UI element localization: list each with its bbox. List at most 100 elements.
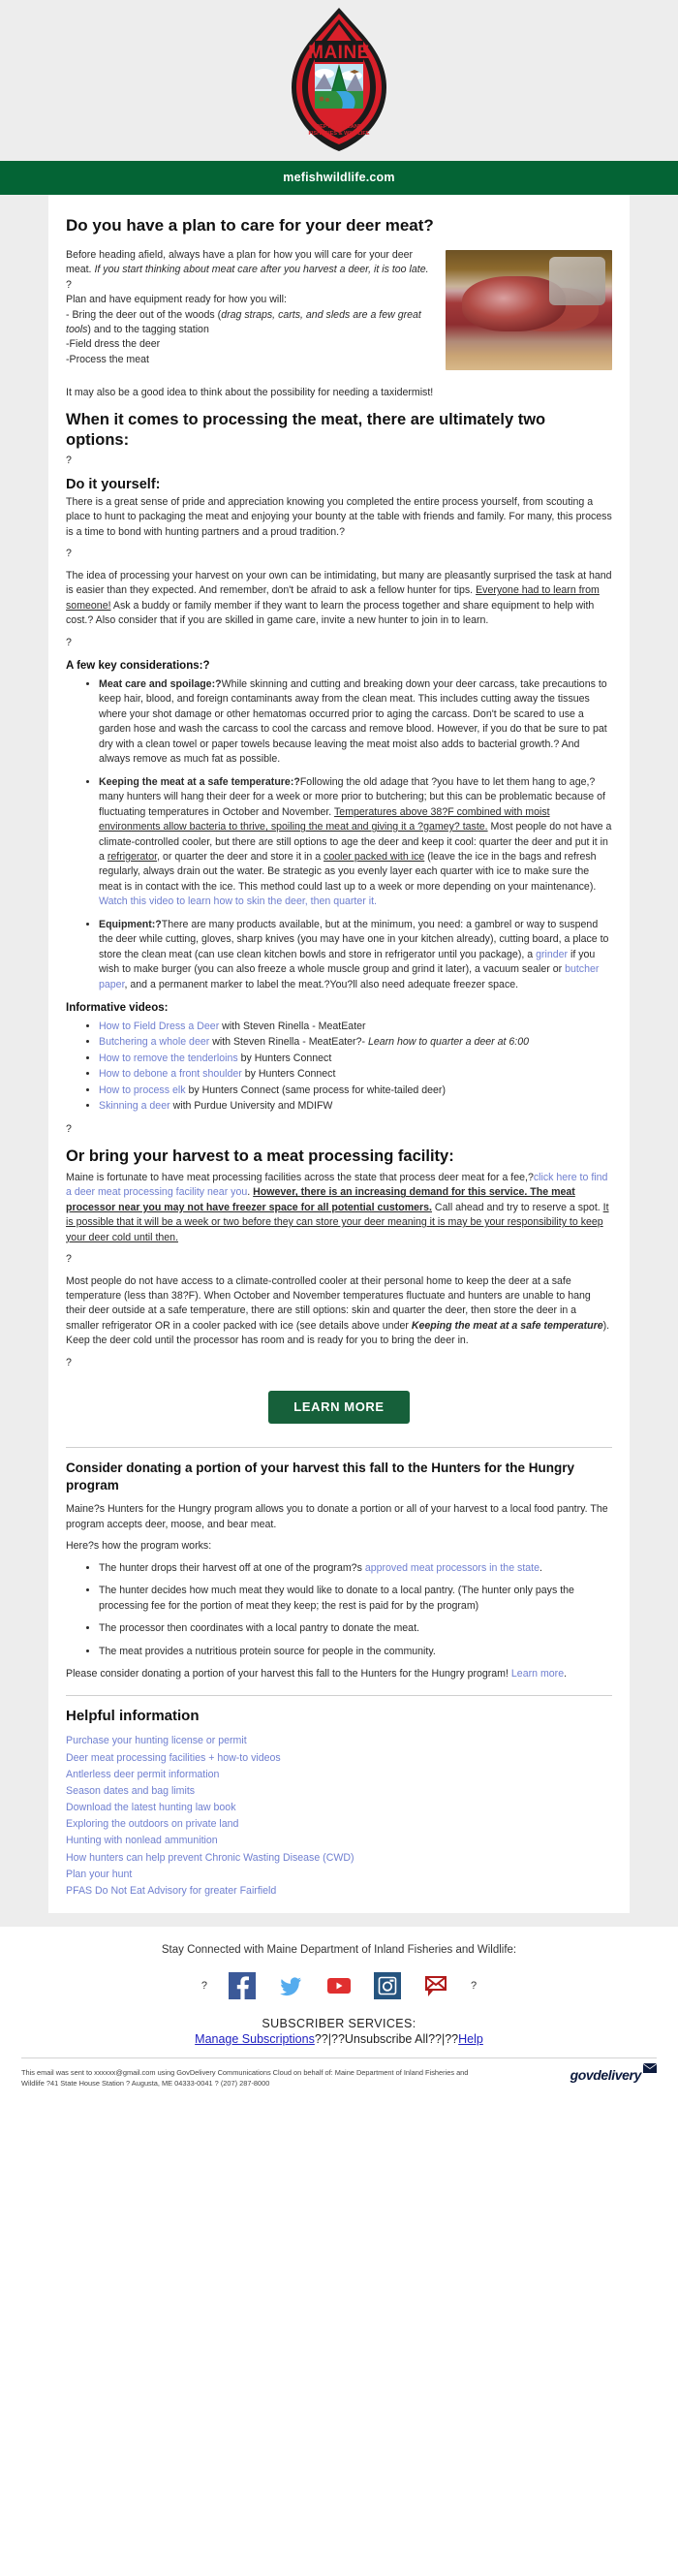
donate-closing-b: . (564, 1667, 568, 1680)
manage-subscriptions-link[interactable]: Manage Subscriptions (195, 2032, 315, 2046)
video-link-debone-shoulder[interactable]: How to debone a front shoulder (99, 1068, 242, 1080)
help-link[interactable]: Help (458, 2032, 483, 2046)
email-icon[interactable] (422, 1972, 449, 1999)
consideration-safe-temperature: Keeping the meat at a safe temperature:?… (99, 775, 612, 910)
processor-paragraph-1: Maine is fortunate to have meat processi… (66, 1171, 612, 1245)
processor-heading: Or bring your harvest to a meat processi… (66, 1147, 454, 1166)
consideration-0-label: Meat care and spoilage:? (99, 677, 222, 690)
donate-learn-more-link[interactable]: Learn more (511, 1668, 564, 1680)
helpful-link-pfas-advisory[interactable]: PFAS Do Not Eat Advisory for greater Fai… (66, 1883, 612, 1900)
donate-closing-a: Please consider donating a portion of yo… (66, 1667, 511, 1680)
cooler-packed-with-ice-link[interactable]: cooler packed with ice (324, 851, 424, 863)
govdelivery-envelope-icon (643, 2062, 657, 2073)
youtube-icon[interactable] (325, 1971, 353, 1999)
considerations-list: Meat care and spoilage:?While skinning a… (66, 677, 612, 992)
taxidermist-note: It may also be a good idea to think abou… (66, 386, 434, 398)
helpful-link-plan-your-hunt[interactable]: Plan your hunt (66, 1867, 612, 1883)
video-link-process-elk[interactable]: How to process elk (99, 1084, 186, 1096)
helpful-link-processing-facilities[interactable]: Deer meat processing facilities + how-to… (66, 1750, 612, 1767)
donate-heading: Consider donating a portion of your harv… (66, 1461, 575, 1492)
donate-step: The hunter decides how much meat they wo… (99, 1584, 612, 1614)
donate-step: The meat provides a nutritious protein s… (99, 1645, 612, 1659)
helpful-link-law-book[interactable]: Download the latest hunting law book (66, 1800, 612, 1816)
maine-ifw-crest-logo: MAINE DEPT. OF INLAND FISHERIES & WILDLI… (292, 8, 386, 151)
legal-text: This email was sent to xxxxxx@gmail.com … (21, 2067, 469, 2088)
svg-text:FISHERIES & WILDLIFE: FISHERIES & WILDLIFE (308, 131, 369, 137)
subscriber-services: SUBSCRIBER SERVICES: Manage Subscription… (0, 2017, 678, 2046)
masthead: MAINE DEPT. OF INLAND FISHERIES & WILDLI… (0, 0, 678, 161)
donate-paragraph-1: Maine?s Hunters for the Hungry program a… (66, 1503, 608, 1530)
helpful-link-season-dates[interactable]: Season dates and bag limits (66, 1783, 612, 1800)
video-rest-0: with Steven Rinella - MeatEater (219, 1021, 366, 1033)
video-italic-1: Learn how to quarter a deer at 6:00 (367, 1036, 530, 1049)
unsubscribe-all-link[interactable]: Unsubscribe All (345, 2032, 428, 2046)
q-after-diy-p1: ? (66, 548, 72, 560)
social-links-row: ? ? (0, 1971, 678, 1999)
intro-block: Before heading afield, always have a pla… (66, 248, 612, 374)
donate-step: The processor then coordinates with a lo… (99, 1621, 612, 1636)
processing-options-heading: When it comes to processing the meat, th… (66, 411, 546, 449)
helpful-link-private-land[interactable]: Exploring the outdoors on private land (66, 1816, 612, 1833)
donate-step: The hunter drops their harvest off at on… (99, 1561, 612, 1576)
learn-more-wrap: LEARN MORE (66, 1377, 612, 1433)
footer-q-right: ? (471, 1979, 478, 1992)
footer: Stay Connected with Maine Department of … (0, 1927, 678, 2094)
video-item: How to debone a front shoulder by Hunter… (99, 1067, 612, 1082)
legal-row: This email was sent to xxxxxx@gmail.com … (21, 2062, 657, 2089)
video-item: How to process elk by Hunters Connect (s… (99, 1084, 612, 1098)
video-rest-1: with Steven Rinella - MeatEater?- (209, 1036, 368, 1049)
donate-b0-a: The hunter drops their harvest off at on… (99, 1561, 365, 1574)
divider-above-helpful (66, 1695, 612, 1697)
helpful-link-purchase-license[interactable]: Purchase your hunting license or permit (66, 1733, 612, 1749)
govdelivery-wordmark: govdelivery (570, 2066, 642, 2083)
helpful-link-cwd[interactable]: How hunters can help prevent Chronic Was… (66, 1850, 612, 1867)
video-item: Butchering a whole deer with Steven Rine… (99, 1035, 612, 1050)
video-item: How to remove the tenderloins by Hunters… (99, 1052, 612, 1066)
video-link-butchering-whole-deer[interactable]: Butchering a whole deer (99, 1036, 209, 1048)
diy-paragraph-1: There is a great sense of pride and appr… (66, 495, 612, 538)
video-rest-5: with Purdue University and MDIFW (170, 1100, 333, 1113)
consideration-2-label: Equipment:? (99, 918, 162, 930)
approved-processors-link[interactable]: approved meat processors in the state (365, 1562, 539, 1574)
consideration-equipment: Equipment:?There are many products avail… (99, 918, 612, 992)
q-after-videos: ? (66, 1122, 72, 1135)
subscriber-services-links: Manage Subscriptions??|??Unsubscribe All… (0, 2032, 678, 2046)
donate-steps-list: The hunter drops their harvest off at on… (66, 1561, 612, 1659)
twitter-icon[interactable] (277, 1971, 304, 1999)
skin-quarter-video-link[interactable]: Watch this video to learn how to skin th… (99, 895, 377, 907)
page-title: Do you have a plan to care for your deer… (66, 216, 434, 235)
equip-1-a: - Bring the deer out of the woods ( (66, 308, 222, 321)
proc-p1-a: Maine is fortunate to have meat processi… (66, 1171, 534, 1183)
intro-p1-italic: If you start thinking about meat care af… (94, 264, 429, 276)
video-item: How to Field Dress a Deer with Steven Ri… (99, 1020, 612, 1034)
refrigerator-link[interactable]: refrigerator (108, 851, 157, 863)
video-link-field-dress[interactable]: How to Field Dress a Deer (99, 1021, 219, 1032)
svg-text:DEPT. OF INLAND: DEPT. OF INLAND (316, 124, 362, 130)
content-card: Do you have a plan to care for your deer… (48, 195, 630, 1913)
helpful-link-nonlead-ammo[interactable]: Hunting with nonlead ammunition (66, 1833, 612, 1849)
footer-q-left: ? (200, 1979, 207, 1992)
diy-paragraph-2: The idea of processing your harvest on y… (66, 569, 612, 629)
video-link-skinning-deer[interactable]: Skinning a deer (99, 1100, 170, 1112)
site-url-bar[interactable]: mefishwildlife.com (0, 161, 678, 195)
video-rest-4: by Hunters Connect (same process for whi… (185, 1084, 446, 1096)
q-after-options: ? (66, 455, 72, 467)
helpful-link-antlerless-permit[interactable]: Antlerless deer permit information (66, 1767, 612, 1783)
donate-paragraph-2: Here?s how the program works: (66, 1540, 212, 1553)
consideration-1-label: Keeping the meat at a safe temperature:? (99, 775, 300, 788)
q-after-proc-p2: ? (66, 1356, 72, 1368)
learn-more-button[interactable]: LEARN MORE (268, 1391, 410, 1425)
grinder-link[interactable]: grinder (536, 949, 568, 960)
video-rest-2: by Hunters Connect (237, 1052, 332, 1064)
instagram-icon[interactable] (374, 1971, 401, 1999)
sep-2: ??|?? (428, 2031, 459, 2046)
diy-heading: Do it yourself: (66, 476, 161, 492)
site-url-text: mefishwildlife.com (283, 171, 395, 184)
sep-1: ??|?? (314, 2031, 345, 2046)
considerations-heading: A few key considerations:? (66, 659, 210, 672)
video-link-tenderloins[interactable]: How to remove the tenderloins (99, 1052, 238, 1064)
equip-1-b: ) and to the tagging station (87, 324, 209, 335)
govdelivery-logo: govdelivery (570, 2062, 657, 2083)
facebook-icon[interactable] (229, 1971, 256, 1999)
donate-b0-b: . (539, 1561, 542, 1574)
